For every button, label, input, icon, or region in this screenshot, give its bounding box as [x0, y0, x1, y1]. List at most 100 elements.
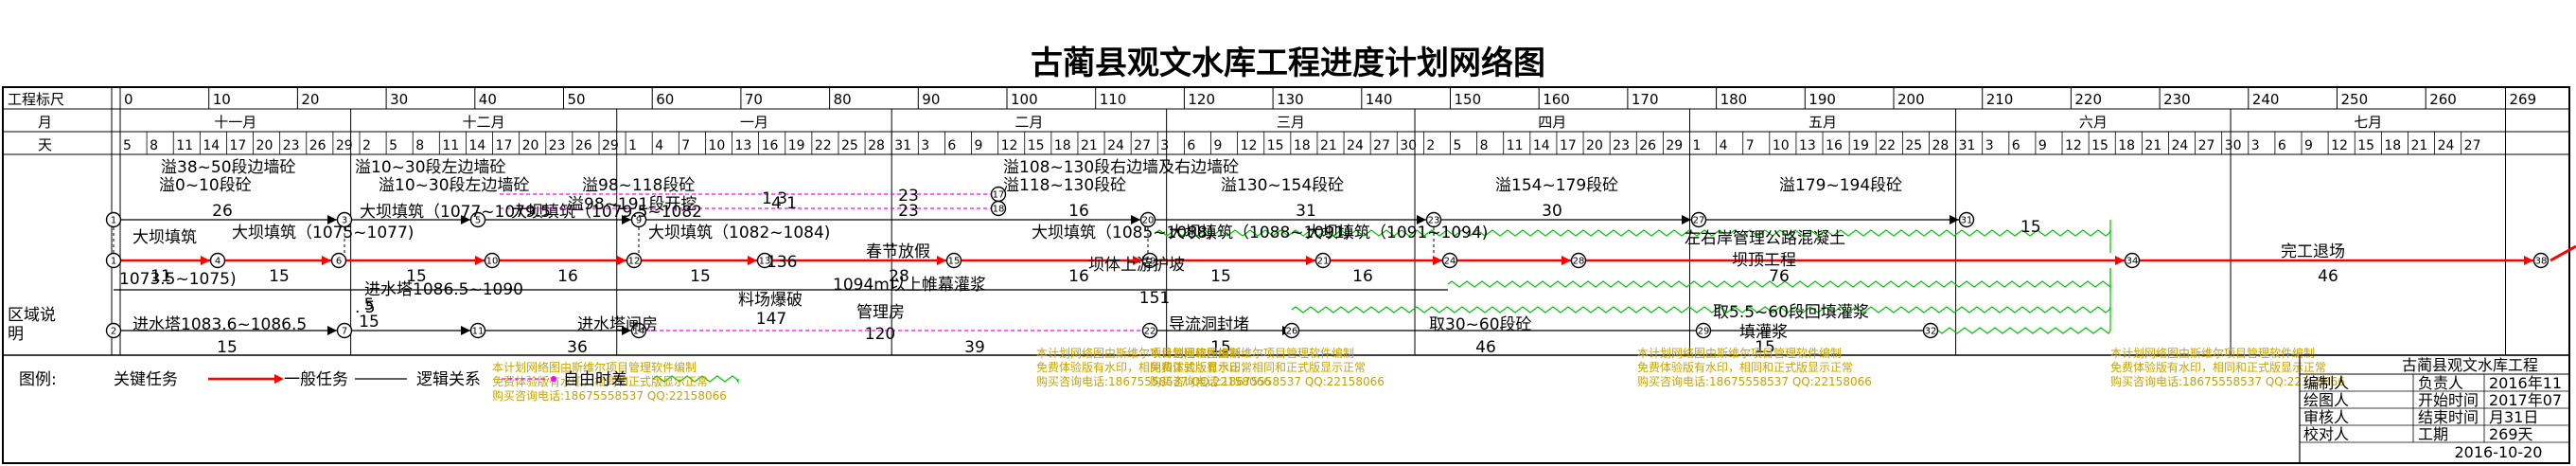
scale-tick-label: 250	[2341, 91, 2369, 108]
task-label: 取5.5~60段回填灌浆	[1713, 303, 1869, 322]
day-label: 14	[1533, 138, 1550, 153]
task-duration: 16	[557, 267, 578, 286]
task-label: 136	[767, 253, 797, 272]
scale-tick-label: 220	[2074, 91, 2102, 108]
task-label: 导流洞封堵	[1169, 315, 1249, 334]
critical-exit	[2550, 244, 2576, 262]
arrow-head	[1306, 256, 1315, 265]
day-label: 18	[2384, 138, 2401, 153]
title-block-row-label: 绘图人	[2303, 391, 2349, 409]
side-label-2: 明	[8, 325, 24, 344]
day-label: 2	[1426, 138, 1435, 153]
day-label: 11	[176, 138, 193, 153]
day-label: 27	[1134, 138, 1151, 153]
day-label: 1	[1692, 138, 1701, 153]
day-label: 16	[762, 138, 779, 153]
day-label: 17	[1560, 138, 1577, 153]
scale-tick-label: 100	[1011, 91, 1038, 108]
day-label: 15	[1028, 138, 1045, 153]
day-label: 8	[415, 138, 424, 153]
task-duration: 16	[1068, 267, 1089, 286]
arrow-head	[748, 256, 757, 265]
day-label: 20	[522, 138, 539, 153]
task-label: 进水塔闸房	[577, 315, 658, 334]
day-label: 6	[947, 138, 956, 153]
day-label: 29	[1666, 138, 1683, 153]
day-label: 23	[1613, 138, 1630, 153]
day-label: 3	[1985, 138, 1994, 153]
event-node-number: 27	[1693, 216, 1705, 226]
event-node-number: 38	[2535, 257, 2548, 267]
arrow-head	[461, 326, 470, 335]
task-label: 1073.5~1075)	[119, 270, 237, 289]
task-label: 溢10~30段左边墙砼	[379, 176, 530, 195]
event-node-number: 18	[993, 205, 1005, 215]
day-label: 9	[2038, 138, 2047, 153]
task-label: 进水塔1086.5~1090	[364, 280, 523, 299]
event-node-number: 6	[336, 257, 342, 267]
title-block-right-label: 负责人	[2418, 374, 2463, 392]
legend-critical-label: 关键任务	[114, 370, 178, 389]
arrow-head	[617, 256, 626, 265]
day-label: 21	[2144, 138, 2161, 153]
day-label: 9	[2304, 138, 2313, 153]
day-label: 22	[1879, 138, 1896, 153]
watermark-text: 免费体验版有水印，相同和正式版显示正常	[2110, 360, 2326, 374]
scale-tick-label: 30	[390, 91, 408, 108]
day-label: 16	[1826, 138, 1843, 153]
task-duration: 11	[150, 267, 171, 286]
task-label: 大坝填筑（1082~1084)	[648, 224, 830, 242]
day-label: 12	[2065, 138, 2082, 153]
task-duration: 15	[217, 338, 238, 357]
day-label: 31	[894, 138, 911, 153]
task-label: 取30~60段砼	[1429, 315, 1532, 334]
day-label: 20	[256, 138, 273, 153]
event-node-number: 31	[1961, 216, 1973, 226]
diagram-title: 古蔺县观文水库工程进度计划网络图	[1031, 45, 1545, 82]
day-label: 7	[681, 138, 690, 153]
free-float-zigzag	[1930, 327, 2111, 334]
task-duration: 76	[1769, 267, 1790, 286]
scale-tick-label: 160	[1543, 91, 1570, 108]
day-label: 21	[1320, 138, 1337, 153]
scale-tick-label: 180	[1720, 91, 1748, 108]
arrow-head	[327, 326, 337, 335]
month-label: 六月	[2079, 114, 2108, 131]
scale-tick-label: 260	[2429, 91, 2457, 108]
scale-tick-label: 40	[479, 91, 497, 108]
task-duration: 147	[756, 310, 786, 329]
day-label: 17	[229, 138, 246, 153]
task-duration: 23	[898, 187, 919, 206]
day-label: 30	[1400, 138, 1417, 153]
scale-tick-label: 60	[656, 91, 674, 108]
month-label: 十二月	[463, 114, 505, 131]
legend-critical-arrow	[274, 374, 284, 384]
day-label: 1	[628, 138, 637, 153]
diagram-canvas: 古蔺县观文水库工程进度计划网络图 1 4 6 10 12 13 15 19 21 24 28 34 38…	[2, 45, 2576, 464]
day-label: 15	[2091, 138, 2108, 153]
event-node-number: 1	[111, 216, 116, 226]
day-label: 14	[468, 138, 485, 153]
row-label-scale: 工程标尺	[8, 91, 64, 108]
task-label: 溢154~179段砼	[1495, 176, 1618, 195]
task-label: 溢130~154段砼	[1221, 176, 1344, 195]
day-label: 19	[788, 138, 805, 153]
day-label: 21	[2410, 138, 2427, 153]
event-node-number: 4	[215, 257, 221, 267]
day-label: 22	[815, 138, 832, 153]
scale-tick-label: 120	[1188, 91, 1215, 108]
scale-tick-label: 20	[301, 91, 319, 108]
task-duration: 5	[364, 296, 375, 314]
arrow-head	[322, 256, 331, 265]
event-node-number: 21	[1317, 257, 1330, 267]
day-label: 19	[1852, 138, 1869, 153]
day-label: 6	[1187, 138, 1195, 153]
legend-normal-label: 一般任务	[284, 370, 348, 389]
day-label: 8	[1480, 138, 1489, 153]
scale-tick-label: 130	[1277, 91, 1304, 108]
arrow-head	[1950, 215, 1959, 224]
task-duration: 46	[1475, 338, 1496, 357]
scale-tick-label: 210	[1986, 91, 2014, 108]
title-block-right-label: 开始时间	[2418, 391, 2479, 409]
scale-tick-label: 190	[1808, 91, 1836, 108]
